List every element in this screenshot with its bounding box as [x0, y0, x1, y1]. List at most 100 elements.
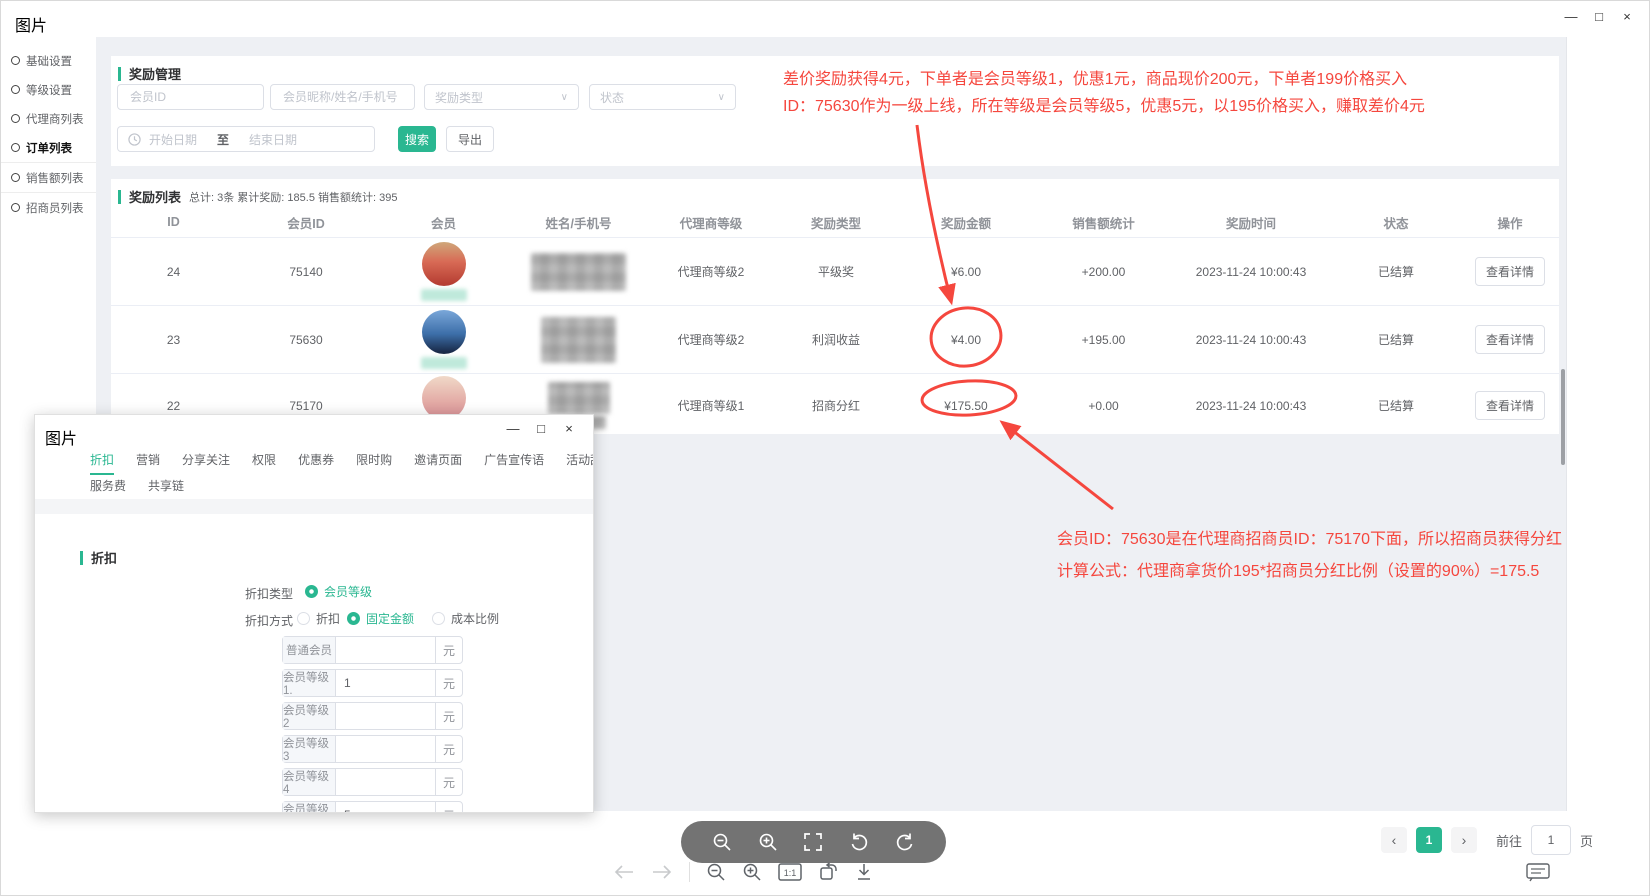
blurred-name	[548, 382, 610, 414]
date-range-picker[interactable]: 开始日期 至 结束日期	[117, 126, 375, 152]
next-page-button[interactable]: ›	[1451, 827, 1477, 853]
scrollbar-thumb[interactable]	[1561, 369, 1565, 465]
member-cell	[376, 310, 511, 369]
maximize-icon[interactable]: □	[527, 421, 555, 436]
close-icon[interactable]: ×	[555, 421, 583, 436]
goto-label: 前往	[1496, 831, 1522, 850]
circle-bullet-icon	[11, 173, 20, 182]
prev-page-button[interactable]: ‹	[1381, 827, 1407, 853]
member-name-input[interactable]	[270, 84, 415, 110]
tab-share-chain[interactable]: 共享链	[148, 477, 184, 494]
circle-bullet-icon	[11, 56, 20, 65]
section-header: 折扣	[80, 548, 117, 567]
svg-text:1:1: 1:1	[784, 868, 797, 878]
zoom-out-icon[interactable]	[712, 832, 732, 852]
forward-icon[interactable]	[651, 863, 673, 881]
annotation-top-line2: ID：75630作为一级上线，所在等级是会员等级5，优惠5元，以195价格买入，…	[783, 92, 1425, 116]
current-page-button[interactable]: 1	[1416, 827, 1442, 853]
end-date-placeholder: 结束日期	[249, 131, 297, 148]
rotate-icon[interactable]	[818, 862, 838, 882]
amount-input[interactable]	[336, 736, 435, 762]
field-level-1: 会员等级1. 元	[282, 669, 463, 697]
zoom-in-icon[interactable]	[742, 862, 762, 882]
sidebar-item-basic-settings[interactable]: 基础设置	[1, 46, 96, 75]
annotation-top-line1: 差价奖励获得4元，下单者是会员等级1，优惠1元，商品现价200元，下单者199价…	[783, 65, 1407, 89]
tab-ad-slogan[interactable]: 广告宣传语	[484, 451, 544, 475]
minimize-icon[interactable]: —	[1557, 9, 1585, 24]
discount-mode-option-fixed[interactable]: 固定金额	[347, 610, 414, 627]
popup-controls: — □ ×	[499, 421, 583, 436]
sidebar-item-level-settings[interactable]: 等级设置	[1, 75, 96, 104]
tab-discount[interactable]: 折扣	[90, 451, 114, 475]
table-header-row: ID 会员ID 会员 姓名/手机号 代理商等级 奖励类型 奖励金额 销售额统计 …	[111, 207, 1559, 238]
sidebar-item-sales-list[interactable]: 销售额列表	[1, 163, 96, 193]
amount-input[interactable]	[336, 802, 435, 813]
avatar	[422, 242, 466, 286]
status-select[interactable]: 状态 ∨	[589, 84, 736, 110]
field-level-3: 会员等级3 元	[282, 735, 463, 763]
tab-flash-sale[interactable]: 限时购	[356, 451, 392, 475]
back-icon[interactable]	[613, 863, 635, 881]
actual-size-icon[interactable]: 1:1	[778, 863, 802, 881]
amount-input[interactable]	[336, 637, 435, 663]
tab-permissions[interactable]: 权限	[252, 451, 276, 475]
radio-icon[interactable]	[432, 612, 445, 625]
maximize-icon[interactable]: □	[1585, 9, 1613, 24]
blurred-nickname	[421, 289, 467, 301]
filter-title: 奖励管理	[129, 64, 181, 83]
discount-section-title: 折扣	[91, 548, 117, 567]
tab-service-fee[interactable]: 服务费	[90, 477, 126, 494]
range-separator: 至	[217, 131, 229, 148]
member-id-input[interactable]	[117, 84, 264, 110]
field-level-5: 会员等级5 元	[282, 801, 463, 813]
rotate-left-icon[interactable]	[849, 832, 869, 852]
circle-bullet-icon	[11, 114, 20, 123]
fullscreen-icon[interactable]	[803, 832, 823, 852]
annotation-bottom-line2: 计算公式：代理商拿货价195*招商员分红比例（设置的90%）=175.5	[1057, 557, 1539, 581]
zoom-in-icon[interactable]	[758, 832, 778, 852]
discount-mode-option-discount[interactable]: 折扣	[297, 610, 340, 627]
chevron-down-icon: ∨	[718, 92, 725, 103]
popup-tabs-row1: 折扣 营销 分享关注 权限 优惠券 限时购 邀请页面 广告宣传语 活动刮	[90, 451, 594, 475]
amount-input[interactable]	[336, 670, 435, 696]
start-date-placeholder: 开始日期	[149, 131, 197, 148]
circle-bullet-icon	[11, 85, 20, 94]
discount-mode-option-cost[interactable]: 成本比例	[432, 610, 499, 627]
sidebar-item-agent-list[interactable]: 代理商列表	[1, 104, 96, 133]
blurred-name	[541, 317, 616, 363]
radio-selected-icon[interactable]	[305, 585, 318, 598]
view-detail-button[interactable]: 查看详情	[1475, 257, 1545, 286]
close-icon[interactable]: ×	[1613, 9, 1641, 24]
radio-icon[interactable]	[297, 612, 310, 625]
reward-type-select[interactable]: 奖励类型 ∨	[424, 84, 579, 110]
view-detail-button[interactable]: 查看详情	[1475, 391, 1545, 420]
search-button[interactable]: 搜索	[398, 126, 436, 152]
name-phone-cell	[511, 253, 646, 291]
export-button[interactable]: 导出	[446, 126, 494, 152]
field-level-2: 会员等级2 元	[282, 702, 463, 730]
notes-panel-icon[interactable]	[1525, 861, 1551, 883]
tab-coupons[interactable]: 优惠券	[298, 451, 334, 475]
tab-share-follow[interactable]: 分享关注	[182, 451, 230, 475]
green-bar-icon	[80, 551, 83, 565]
discount-settings-window: 图片 — □ × 折扣 营销 分享关注 权限 优惠券 限时购 邀请页面 广告宣传…	[34, 414, 594, 813]
chevron-down-icon: ∨	[561, 92, 568, 103]
discount-type-option[interactable]: 会员等级	[305, 583, 372, 600]
minimize-icon[interactable]: —	[499, 421, 527, 436]
radio-selected-icon[interactable]	[347, 612, 360, 625]
goto-page-input[interactable]	[1531, 825, 1571, 855]
table-row: 23 75630 代理商等级2 利润收益 ¥4.00 +195.00 2023-…	[111, 306, 1559, 374]
tab-invite-page[interactable]: 邀请页面	[414, 451, 462, 475]
amount-input[interactable]	[336, 769, 435, 795]
table-row: 24 75140 代理商等级2 平级奖 ¥6.00 +200.00 2023-1…	[111, 238, 1559, 306]
zoom-out-icon[interactable]	[706, 862, 726, 882]
view-detail-button[interactable]: 查看详情	[1475, 325, 1545, 354]
sidebar-item-order-list[interactable]: 订单列表	[1, 133, 96, 163]
circle-bullet-icon	[11, 143, 20, 152]
rotate-right-icon[interactable]	[895, 832, 915, 852]
download-icon[interactable]	[854, 862, 874, 882]
tab-marketing[interactable]: 营销	[136, 451, 160, 475]
amount-input[interactable]	[336, 703, 435, 729]
sidebar-item-recruiter-list[interactable]: 招商员列表	[1, 193, 96, 222]
tab-activity[interactable]: 活动刮	[566, 451, 594, 475]
